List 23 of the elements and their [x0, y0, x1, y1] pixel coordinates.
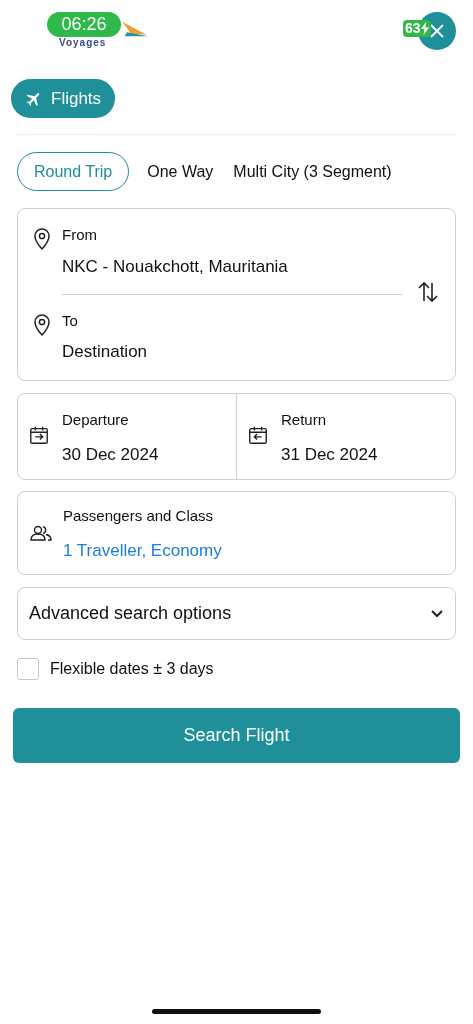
from-label: From [62, 225, 97, 245]
advanced-options-dropdown[interactable]: Advanced search options [17, 587, 456, 640]
to-label: To [62, 311, 78, 331]
location-pin-icon [32, 227, 52, 251]
passengers-value: 1 Traveller, Economy [63, 539, 222, 562]
people-icon [29, 524, 53, 542]
swap-arrows-icon [417, 281, 439, 303]
search-flight-button[interactable]: Search Flight [13, 708, 460, 763]
trip-type-tab[interactable]: One Way [145, 152, 216, 191]
logo-drawing [122, 20, 148, 38]
location-pin-icon [32, 313, 52, 337]
flexible-dates-label: Flexible dates ± 3 days [50, 659, 214, 679]
checkbox[interactable] [17, 658, 39, 680]
trip-type-tab[interactable]: Multi City (3 Segment) [231, 152, 394, 191]
time-pill: 06:26 [47, 12, 121, 37]
logo-text: Voyages [59, 38, 107, 48]
from-field[interactable]: NKC - Nouakchott, Mauritania [62, 254, 402, 295]
battery-indicator: 63 [403, 20, 431, 37]
passengers-field[interactable]: Passengers and Class 1 Traveller, Economy [17, 491, 456, 575]
passengers-label: Passengers and Class [63, 506, 215, 526]
to-field[interactable]: Destination [62, 339, 402, 365]
close-icon [430, 24, 444, 38]
flights-tab[interactable]: Flights [11, 79, 116, 118]
